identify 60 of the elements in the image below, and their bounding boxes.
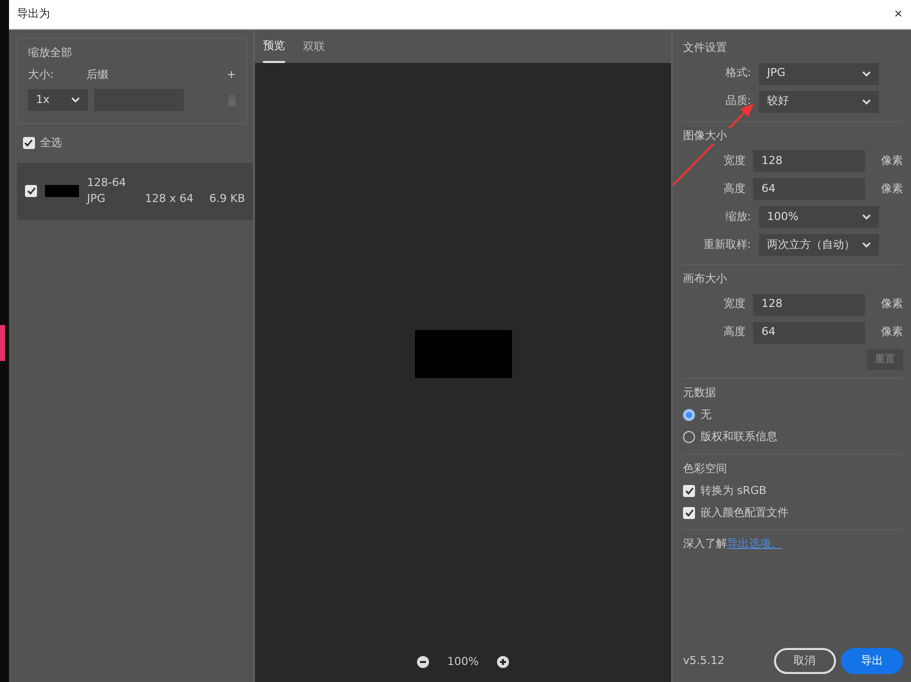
dropdown[interactable]: JPG xyxy=(759,62,879,84)
cancel-button[interactable]: 取消 xyxy=(774,648,836,674)
unit-label: 像素 xyxy=(881,324,903,340)
close-button[interactable]: × xyxy=(894,6,903,23)
asset-row[interactable]: 128-64 JPG 128 x 64 6.9 KB xyxy=(17,162,253,220)
field-label: 高度 xyxy=(722,324,746,340)
column-label: 大小: xyxy=(28,67,54,83)
input-field[interactable]: 64 xyxy=(753,322,865,344)
field-label: 宽度 xyxy=(722,152,746,169)
checkbox-label: 全选 xyxy=(40,135,62,151)
field-label: 宽度 xyxy=(722,296,746,312)
checkbox-label: 转换为 sRGB xyxy=(700,482,766,498)
zoom-in-icon[interactable] xyxy=(496,656,509,668)
input-field[interactable]: 128 xyxy=(753,294,865,316)
field-label: 品质: xyxy=(724,93,751,110)
field-label: 格式: xyxy=(724,65,751,82)
input-field[interactable]: 128 xyxy=(753,150,865,172)
radio-button[interactable] xyxy=(683,431,695,444)
field-label: 高度 xyxy=(722,180,746,197)
radio-label: 版权和联系信息 xyxy=(700,429,778,445)
chevron-down-icon xyxy=(862,242,871,248)
group-title: 缩放全部 xyxy=(28,45,73,61)
dropdown[interactable]: 100% xyxy=(759,206,879,228)
chevron-down-icon xyxy=(862,70,871,76)
zoom-out-icon[interactable] xyxy=(417,656,430,668)
checkbox[interactable] xyxy=(683,506,695,519)
checkbox-label: 嵌入颜色配置文件 xyxy=(700,504,788,520)
asset-filesize: 6.9 KB xyxy=(209,191,245,207)
zoom-level: 100% xyxy=(447,654,479,670)
version-label: v5.5.12 xyxy=(683,652,724,668)
unit-label: 像素 xyxy=(881,296,903,312)
chevron-down-icon xyxy=(862,214,871,220)
chevron-down-icon xyxy=(71,97,80,103)
checkbox[interactable] xyxy=(683,484,695,497)
export-button[interactable]: 导出 xyxy=(841,648,903,674)
field-label: 重新取样: xyxy=(702,236,751,253)
tab[interactable]: 预览 xyxy=(263,38,285,62)
add-button[interactable]: + xyxy=(226,67,236,84)
input-field[interactable]: 64 xyxy=(753,178,865,200)
tab[interactable]: 双联 xyxy=(303,38,325,62)
side-marker xyxy=(0,324,5,360)
radio-button[interactable] xyxy=(683,409,695,422)
column-label: 后缀 xyxy=(86,67,109,83)
radio-label: 无 xyxy=(700,407,712,423)
dropdown[interactable]: 较好 xyxy=(759,90,879,112)
chevron-down-icon xyxy=(862,98,871,104)
scale-select[interactable]: 1x xyxy=(28,89,88,111)
asset-name: 128-64 xyxy=(87,174,126,190)
checkbox[interactable] xyxy=(25,185,37,197)
dropdown[interactable]: 两次立方（自动） xyxy=(759,234,879,256)
asset-format: JPG xyxy=(87,191,106,207)
unit-label: 像素 xyxy=(881,152,903,169)
help-text: 深入了解 xyxy=(683,536,727,552)
thumbnail-image xyxy=(45,185,79,197)
unit-label: 像素 xyxy=(881,180,903,197)
asset-dimensions: 128 x 64 xyxy=(144,191,194,207)
window-title: 导出为 xyxy=(17,6,50,22)
checkbox[interactable] xyxy=(22,137,34,150)
section-title: 图像大小 xyxy=(683,128,731,144)
field-label: 缩放: xyxy=(724,208,751,225)
